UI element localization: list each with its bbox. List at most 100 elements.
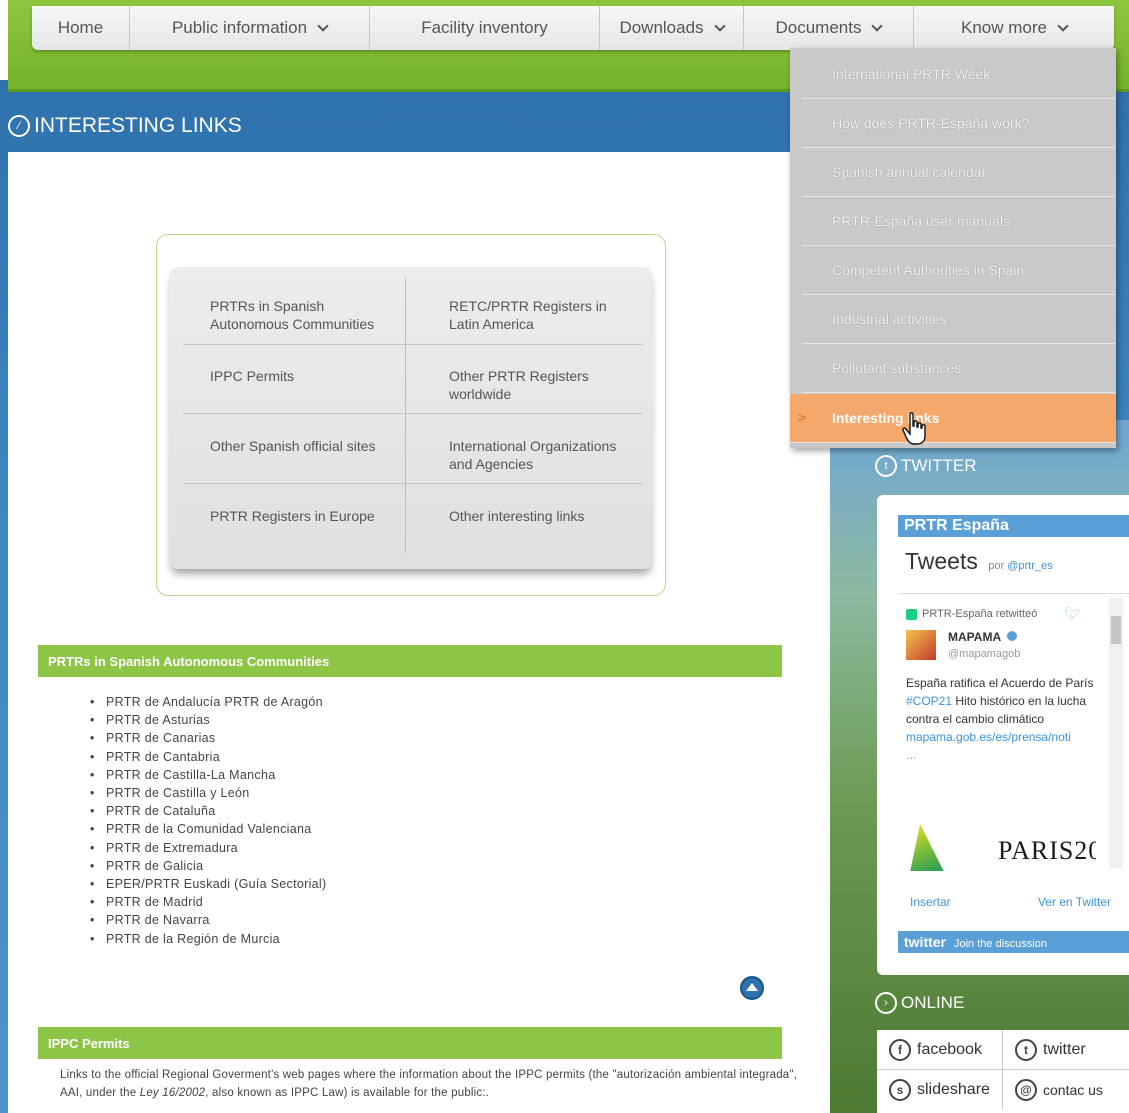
nav-home[interactable]: Home [32, 6, 130, 50]
link-ippc-permits[interactable]: IPPC Permits [210, 367, 400, 385]
ippc-law-ref: Ley 16/2002 [139, 1087, 206, 1099]
link-grid: PRTRs in Spanish Autonomous Communities … [169, 267, 653, 569]
embed-link[interactable]: Insertar [910, 895, 951, 909]
list-item[interactable]: PRTR de Cantabria [90, 748, 326, 766]
list-item[interactable]: PRTR de Asturias [90, 711, 326, 729]
online-label: twitter [1043, 1040, 1086, 1058]
avatar[interactable] [906, 630, 936, 660]
online-label: facebook [917, 1040, 982, 1058]
list-item[interactable]: PRTR de Madrid [90, 893, 326, 911]
paris-logo-leaf [910, 824, 944, 871]
menu-item-user-manuals[interactable]: PRTR-España user manuals [802, 197, 1116, 246]
menu-item-how-works[interactable]: How does PRTR-España work? [802, 99, 1116, 148]
list-item[interactable]: PRTR de Galicia [90, 857, 326, 875]
link-prtr-autonomous[interactable]: PRTRs in Spanish Autonomous Communities [210, 297, 400, 333]
tweet-text: España ratifica el Acuerdo de París #COP… [906, 674, 1096, 764]
twitter-heading: t TWITTER [875, 455, 977, 477]
tweet-link[interactable]: mapama.gob.es/es/prensa/noti [906, 728, 1096, 746]
autonomous-links-list: PRTR de Andalucía PRTR de Aragón PRTR de… [90, 693, 326, 948]
retweet-row: PRTR-España retwitteó 🐦︎ [906, 606, 1081, 622]
retweet-icon [906, 608, 917, 620]
page-title: ∕ INTERESTING LINKS [8, 114, 242, 138]
know-more-dropdown: International PRTR Week How does PRTR-Es… [790, 48, 1116, 448]
twitter-widget: PRTR España Tweets por @prtr_es PRTR-Esp… [877, 495, 1129, 975]
link-prtr-europe[interactable]: PRTR Registers in Europe [210, 507, 400, 525]
menu-item-prtr-week[interactable]: International PRTR Week [802, 50, 1116, 99]
menu-item-interesting-links[interactable]: Interesting links [790, 394, 1116, 443]
nav-label: Facility inventory [421, 18, 548, 37]
link-other-prtr-worldwide[interactable]: Other PRTR Registers worldwide [449, 367, 619, 403]
twitter-link[interactable]: t twitter [1003, 1030, 1129, 1070]
chevron-down-icon [713, 19, 726, 32]
nav-label: Know more [961, 18, 1047, 37]
menu-item-label: Spanish annual calendar [832, 164, 987, 180]
tweet-author[interactable]: MAPAMA [948, 630, 1018, 644]
twitter-brand: twitter [904, 934, 946, 950]
view-on-twitter-link[interactable]: Ver en Twitter [1038, 895, 1111, 909]
list-item[interactable]: PRTR de Cataluña [90, 802, 326, 820]
link-retc-latin-america[interactable]: RETC/PRTR Registers in Latin America [449, 297, 639, 333]
page-title-text: INTERESTING LINKS [34, 114, 242, 137]
contact-link[interactable]: @ contac us [1003, 1070, 1129, 1110]
section-header-autonomous: PRTRs in Spanish Autonomous Communities [38, 645, 782, 677]
author-name: MAPAMA [948, 630, 1001, 644]
back-to-top-button[interactable] [740, 976, 764, 1000]
main-content: PRTRs in Spanish Autonomous Communities … [8, 152, 830, 1113]
link-other-spanish-sites[interactable]: Other Spanish official sites [210, 437, 400, 455]
list-item[interactable]: PRTR de Navarra [90, 911, 326, 929]
list-item[interactable]: PRTR de Castilla-La Mancha [90, 766, 326, 784]
menu-item-competent-authorities[interactable]: Competent Authorities in Spain [802, 246, 1116, 295]
slideshare-link[interactable]: s slideshare [877, 1070, 1003, 1110]
link-box: PRTRs in Spanish Autonomous Communities … [156, 234, 666, 596]
menu-item-label: International PRTR Week [832, 66, 991, 82]
tweets-by: por @prtr_es [988, 560, 1052, 572]
join-discussion-bar[interactable]: twitter Join the discussion [898, 931, 1129, 953]
chevron-down-icon [1057, 19, 1069, 32]
grid-divider [405, 277, 406, 553]
hand-cursor-icon [902, 412, 926, 445]
list-item[interactable]: PRTR de la Comunidad Valenciana [90, 820, 326, 838]
scrollbar-thumb[interactable] [1111, 616, 1121, 644]
por-label: por [988, 560, 1005, 572]
section-header-ippc: IPPC Permits [38, 1027, 782, 1059]
menu-item-calendar[interactable]: Spanish annual calendar [802, 148, 1116, 197]
nav-label: Public information [171, 18, 308, 37]
link-international-orgs[interactable]: International Organizations and Agencies [449, 437, 639, 473]
list-item[interactable]: PRTR de Extremadura [90, 839, 326, 857]
tweet-feed[interactable]: PRTR-España retwitteó 🐦︎ MAPAMA @mapamag… [898, 593, 1129, 871]
nav-downloads[interactable]: Downloads [600, 6, 744, 50]
menu-item-label: PRTR-España user manuals [832, 213, 1010, 229]
section-title: PRTRs in Spanish Autonomous Communities [48, 653, 330, 669]
ippc-description: Links to the official Regional Goverment… [60, 1066, 820, 1102]
tweet-hashtag[interactable]: #COP21 [906, 694, 952, 708]
nav-facility-inventory[interactable]: Facility inventory [370, 6, 600, 50]
list-item[interactable]: PRTR de la Región de Murcia [90, 930, 326, 948]
facebook-icon: f [889, 1038, 911, 1061]
link-other-interesting[interactable]: Other interesting links [449, 507, 639, 525]
list-item[interactable]: PRTR de Castilla y León [90, 784, 326, 802]
facebook-link[interactable]: f facebook [877, 1030, 1003, 1070]
ippc-text-part: , also known as IPPC Law) is available f… [205, 1087, 490, 1099]
tweet-image[interactable]: PARIS2015 [906, 816, 1096, 871]
online-label: contac us [1043, 1082, 1103, 1098]
menu-item-industrial-activities[interactable]: Industrial activities [802, 295, 1116, 344]
email-icon: @ [1015, 1079, 1037, 1101]
tweet-text-part: España ratifica el Acuerdo de París [906, 676, 1094, 690]
nav-public-information[interactable]: Public information [130, 6, 370, 50]
menu-item-pollutant-substances[interactable]: Pollutant substances [802, 344, 1116, 393]
twitter-handle-link[interactable]: @prtr_es [1007, 560, 1052, 572]
author-handle[interactable]: @mapamagob [948, 648, 1020, 660]
nav-label: Downloads [619, 18, 704, 37]
twitter-widget-title[interactable]: PRTR España [898, 515, 1129, 537]
list-item[interactable]: PRTR de Andalucía PRTR de Aragón [90, 693, 326, 711]
list-item[interactable]: EPER/PRTR Euskadi (Guía Sectorial) [90, 875, 326, 893]
twitter-heading-text: TWITTER [901, 456, 977, 475]
list-item[interactable]: PRTR de Canarias [90, 729, 326, 747]
arrow-up-icon [746, 983, 758, 991]
grid-divider [183, 344, 643, 345]
nav-documents[interactable]: Documents [744, 6, 914, 50]
tweet-scrollbar[interactable] [1109, 598, 1123, 868]
nav-know-more[interactable]: Know more [914, 6, 1114, 50]
menu-item-label: Competent Authorities in Spain [832, 262, 1025, 278]
online-heading-text: ONLINE [901, 993, 965, 1012]
